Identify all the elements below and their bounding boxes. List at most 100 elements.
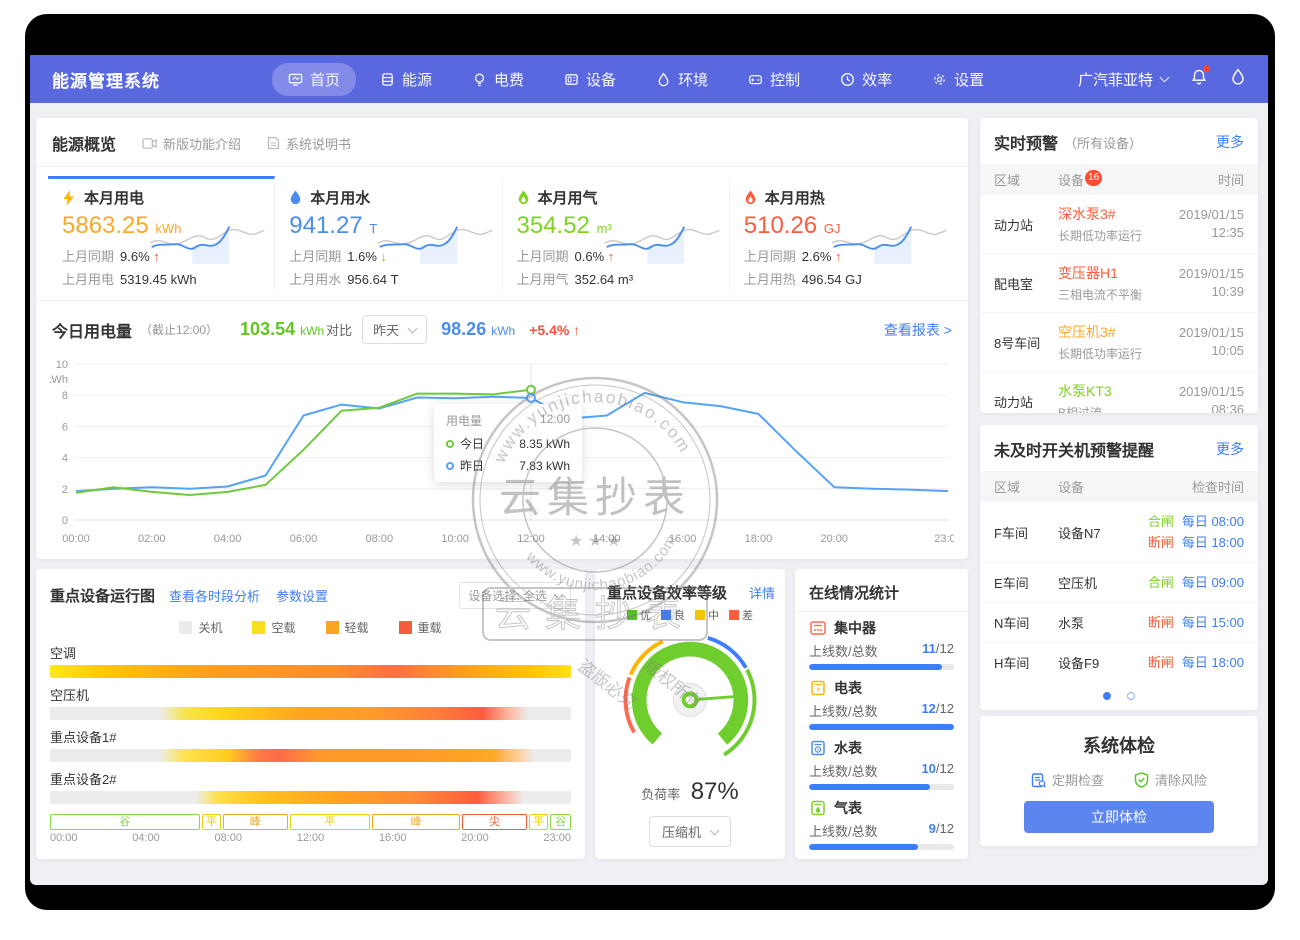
nav-label: 首页 xyxy=(310,69,340,90)
devices-title: 重点设备运行图 xyxy=(50,585,155,606)
chevron-down-icon xyxy=(554,589,564,599)
nav-item-devices[interactable]: 设备 xyxy=(548,63,632,96)
health-check-button[interactable]: 立即体检 xyxy=(1024,801,1214,833)
card-heat[interactable]: 本月用热 510.26 GJ 上月同期2.6% ↑ 上月用热496.54 GJ xyxy=(730,179,956,290)
yesterday-value: 98.26 xyxy=(441,319,486,339)
card-title: 本月用水 xyxy=(310,187,370,208)
tariff-band-axis: 00:0004:0008:0012:0016:0020:0023:00 xyxy=(50,832,571,844)
pagination-dot-active[interactable] xyxy=(1103,692,1111,700)
company-dropdown[interactable]: 广汽菲亚特 xyxy=(1078,69,1168,90)
legend-swatch-off xyxy=(179,621,192,634)
nav-item-settings[interactable]: 设置 xyxy=(916,63,1000,96)
device-icon xyxy=(564,72,579,87)
legend-label: 优 xyxy=(640,610,651,622)
gear-icon xyxy=(932,72,947,87)
gauge-device-select[interactable]: 压缩机 xyxy=(649,816,731,847)
switch-more-link[interactable]: 更多 xyxy=(1216,439,1244,459)
alert-desc: B相过流 xyxy=(1058,404,1168,413)
tariff-band: 平 xyxy=(529,814,548,830)
alert-row: 8号车间 空压机3#长期低功率运行 2019/01/1510:05 xyxy=(980,313,1258,372)
card-title: 本月用热 xyxy=(765,187,825,208)
efficiency-detail-link[interactable]: 详情 xyxy=(749,583,775,602)
card-value: 941.27 xyxy=(289,212,362,239)
legend-swatch-idle xyxy=(252,621,265,634)
nav-item-environment[interactable]: 环境 xyxy=(640,63,724,96)
nav-item-efficiency[interactable]: 效率 xyxy=(824,63,908,96)
compare-day-select[interactable]: 昨天 xyxy=(362,315,427,344)
compare-label: 上月同期 xyxy=(289,249,341,264)
sparkline xyxy=(830,213,950,269)
alert-date: 2019/01/15 xyxy=(1179,206,1244,224)
svg-text:6: 6 xyxy=(62,421,68,433)
flame-icon xyxy=(517,190,530,206)
alert-count-badge: 16 xyxy=(1085,170,1102,186)
switch-title: 未及时开关机预警提醒 xyxy=(994,437,1154,461)
legend-label: 良 xyxy=(674,610,685,622)
online-meter xyxy=(809,844,954,850)
tab-system-manual[interactable]: 系统说明书 xyxy=(267,134,351,153)
series-dot-yesterday xyxy=(446,462,454,470)
document-icon xyxy=(267,136,280,150)
select-value: 昨天 xyxy=(373,320,399,339)
switch-table-header: 区域 设备 检查时间 xyxy=(980,471,1258,502)
alert-date: 2019/01/15 xyxy=(1179,383,1244,401)
device-load-bar xyxy=(50,749,571,762)
action-open: 断闸 xyxy=(1148,535,1174,550)
switch-area: E车间 xyxy=(994,573,1058,592)
today-chart-note: （截止12:00） xyxy=(140,321,218,338)
nav-item-home[interactable]: 首页 xyxy=(272,63,356,96)
pagination-dot[interactable] xyxy=(1127,692,1135,700)
alert-time: 10:05 xyxy=(1179,342,1244,360)
device-select[interactable]: 设备选择: 全选 xyxy=(459,582,571,609)
tab-new-features[interactable]: 新版功能介绍 xyxy=(142,134,241,153)
col-area: 区域 xyxy=(994,477,1058,496)
period-analysis-link[interactable]: 查看各时段分析 xyxy=(169,586,260,605)
ratio-label: 上线数/总数 xyxy=(809,641,878,660)
svg-text:00:00: 00:00 xyxy=(62,533,90,545)
sparkline xyxy=(376,213,496,269)
alert-row: 配电室 变压器H1三相电流不平衡 2019/01/1510:39 xyxy=(980,254,1258,313)
device-load-bar xyxy=(50,791,571,804)
card-electricity[interactable]: 本月用电 5863.25 kWh 上月同期9.6% ↑ 上月用电5319.45 … xyxy=(48,176,275,290)
tariff-band: 峰 xyxy=(372,814,460,830)
param-settings-link[interactable]: 参数设置 xyxy=(276,586,328,605)
switch-row: N车间 水泵 断闸每日 15:00 xyxy=(980,603,1258,643)
svg-text:kWh: kWh xyxy=(50,374,68,386)
tooltip-time: 12:00 xyxy=(540,412,570,429)
flame-icon xyxy=(744,190,757,206)
compare-value: 1.6% xyxy=(347,249,377,264)
online-item-water-meter: 水表 上线数/总数10/12 xyxy=(795,732,968,792)
notification-bell[interactable] xyxy=(1190,68,1208,91)
bulb-icon xyxy=(472,72,487,87)
nav-item-energy[interactable]: 能源 xyxy=(364,63,448,96)
gas-meter-icon xyxy=(809,799,827,817)
today-chart-title: 今日用电量 xyxy=(52,318,132,342)
view-report-link[interactable]: 查看报表 > xyxy=(884,320,952,340)
key-devices-panel: 重点设备运行图 查看各时段分析 参数设置 设备选择: 全选 关机 xyxy=(36,569,585,859)
card-gas[interactable]: 本月用气 354.52 m³ 上月同期0.6% ↑ 上月用气352.64 m³ xyxy=(503,179,730,290)
clock-icon xyxy=(840,72,855,87)
alert-device: 变压器H1 xyxy=(1058,263,1168,283)
online-meter xyxy=(809,724,954,730)
switch-device: 空压机 xyxy=(1058,573,1142,592)
ratio-label: 上线数/总数 xyxy=(809,701,878,720)
card-water[interactable]: 本月用水 941.27 T 上月同期1.6% ↓ 上月用水956.64 T xyxy=(275,179,502,290)
legend-swatch-excellent xyxy=(627,610,637,620)
efficiency-title: 重点设备效率等级 xyxy=(607,582,727,603)
col-time: 时间 xyxy=(1218,170,1244,189)
alert-date: 2019/01/15 xyxy=(1179,265,1244,283)
compare-value: 9.6% xyxy=(120,249,150,264)
series-dot-today xyxy=(446,440,454,448)
alerts-title: 实时预警 xyxy=(994,130,1058,154)
switch-device: 设备N7 xyxy=(1058,523,1142,542)
water-drop-button[interactable] xyxy=(1230,68,1246,91)
nav-item-control[interactable]: 控制 xyxy=(732,63,816,96)
nav-item-electricity-fee[interactable]: 电费 xyxy=(456,63,540,96)
alerts-more-link[interactable]: 更多 xyxy=(1216,132,1244,152)
legend-swatch-good xyxy=(661,610,671,620)
realtime-alerts-panel: 实时预警 （所有设备） 更多 区域 设备16 时间 动力站 深水泵3#长期低功率… xyxy=(980,118,1258,413)
online-item-electric-meter: 电表 上线数/总数12/12 xyxy=(795,672,968,732)
load-gauge xyxy=(602,623,778,773)
video-icon xyxy=(142,137,157,150)
svg-text:10: 10 xyxy=(56,359,68,371)
